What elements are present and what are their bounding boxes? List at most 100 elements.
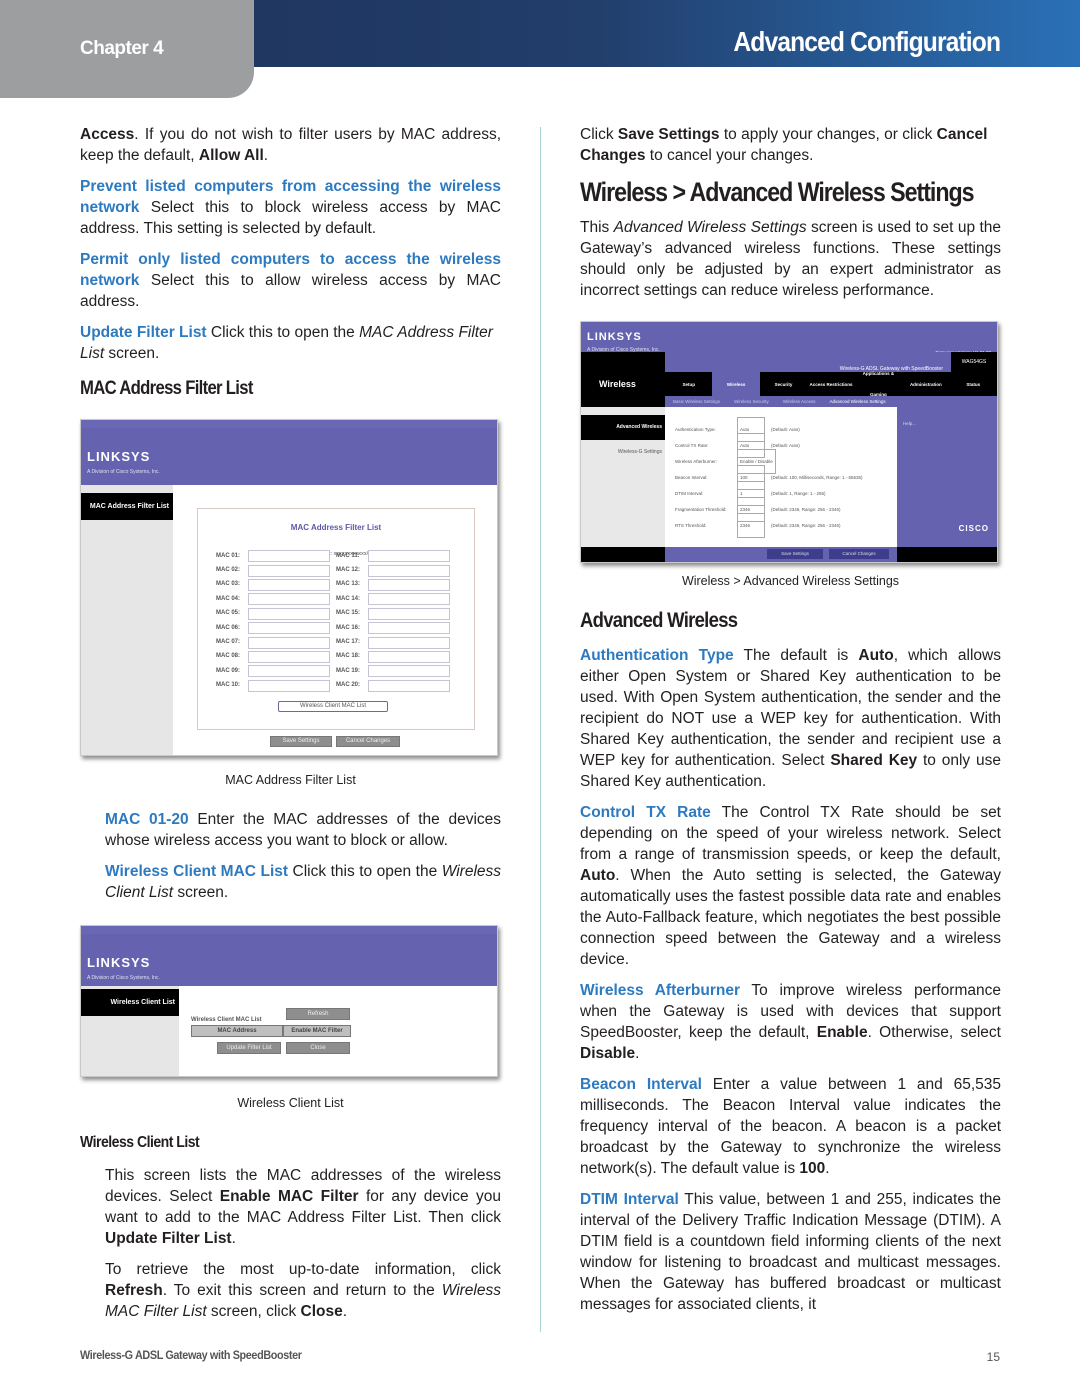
wireless-client-mac-list-button[interactable]: Wireless Client MAC List — [278, 701, 388, 712]
heading-advanced-wireless-settings: Wireless > Advanced Wireless Settings — [580, 177, 975, 207]
wireless-client-list-screenshot: LINKSYS A Division of Cisco Systems, Inc… — [80, 925, 498, 1077]
close-button[interactable]: Close — [286, 1042, 350, 1054]
product-bar: Wireless-G ADSL Gateway with SpeedBooste… — [665, 352, 997, 372]
linksys-header: LINKSYS A Division of Cisco Systems, Inc… — [81, 420, 497, 485]
aws-bottom: Save Settings Cancel Changes — [581, 547, 997, 562]
paragraph-control-tx: Control TX Rate The Control TX Rate shou… — [580, 804, 1001, 968]
paragraph-save: Click Save Settings to apply your change… — [580, 126, 988, 164]
form-label: RTS Threshold: — [675, 523, 707, 528]
mac-input[interactable] — [368, 593, 450, 606]
linksys-logo-sub: A Division of Cisco Systems, Inc. — [87, 469, 160, 475]
advanced-wireless-screenshot: LINKSYS A Division of Cisco Systems, Inc… — [580, 321, 998, 563]
mac-input[interactable] — [248, 564, 330, 577]
column-divider — [540, 127, 541, 1332]
mac-input[interactable] — [368, 550, 450, 563]
subtab[interactable]: Advanced Wireless Settings — [830, 399, 886, 404]
mac-input[interactable] — [248, 679, 330, 692]
term-update-filter: Update Filter List — [80, 324, 207, 341]
paragraph-intro: This Advanced Wireless Settings screen i… — [580, 219, 1002, 299]
subtab[interactable]: Wireless Access — [783, 399, 816, 404]
refresh-button[interactable]: Refresh — [286, 1008, 350, 1020]
mac-input[interactable] — [248, 607, 330, 620]
mac-input[interactable] — [368, 607, 450, 620]
mac-label: MAC 20: — [336, 682, 361, 689]
tab-setup[interactable]: Setup — [665, 372, 712, 396]
mac-label: MAC 10: — [216, 682, 241, 689]
side-title-3: Advanced Wireless — [581, 415, 665, 440]
aws-top: LINKSYS A Division of Cisco Systems, Inc… — [581, 322, 997, 355]
footer-page-number: 15 — [986, 1350, 1000, 1364]
tab-wireless[interactable]: Wireless — [712, 372, 760, 396]
tab-access-restrictions[interactable]: Access Restrictions — [807, 372, 854, 396]
left-column: Access. If you do not wish to filter use… — [80, 124, 501, 1332]
mac-filter-box: MAC Address Filter List Enter MAC Addres… — [197, 508, 475, 730]
mac-input[interactable] — [248, 665, 330, 678]
heading-wireless-client-list: Wireless Client List — [80, 1134, 200, 1151]
aws-cancel-button[interactable]: Cancel Changes — [829, 549, 889, 559]
subtab[interactable]: Wireless Security — [734, 399, 769, 404]
mac-grid: MAC 01: MAC 11: MAC 02: MAC 12: MAC 03: MAC 1… — [216, 549, 456, 693]
form-note: (Default: 2346, Range: 256 - 2346) — [771, 523, 841, 528]
tab-administration[interactable]: Administration — [902, 372, 949, 396]
side-title-2: Wireless Client List — [81, 989, 179, 1016]
aws-section-bar: Wireless — [581, 352, 665, 407]
mac-input[interactable] — [368, 665, 450, 678]
mac-row: MAC 10: MAC 20: — [216, 679, 456, 693]
mac-input[interactable] — [368, 636, 450, 649]
paragraph-authentication: Authentication Type The default is Auto,… — [580, 647, 1001, 790]
linksys-header-2: LINKSYS A Division of Cisco Systems, Inc… — [81, 926, 497, 986]
paragraph-permit: Permit only listed computers to access t… — [80, 251, 501, 310]
chapter-label: Chapter 4 — [80, 38, 164, 59]
form-value[interactable]: 2346 — [737, 513, 765, 538]
paragraph-afterburner: Wireless Afterburner To improve wireless… — [580, 982, 1001, 1062]
aws-save-button[interactable]: Save Settings — [767, 549, 823, 559]
cancel-changes-button[interactable]: Cancel Changes — [336, 736, 400, 747]
footer-product: Wireless-G ADSL Gateway with SpeedBooste… — [80, 1348, 302, 1362]
tab-security[interactable]: Security — [760, 372, 807, 396]
paragraph-prevent: Prevent listed computers from accessing … — [80, 178, 501, 237]
subtab[interactable]: Basic Wireless Settings — [673, 399, 720, 404]
mac-input[interactable] — [248, 550, 330, 563]
mac-input[interactable] — [368, 679, 450, 692]
mac-input[interactable] — [248, 650, 330, 663]
aws-form: Authentication Type: Auto (Default: Auto) C… — [665, 407, 897, 547]
mac-input[interactable] — [248, 578, 330, 591]
model-name: WAG54GS — [951, 352, 997, 372]
mac-input[interactable] — [368, 564, 450, 577]
side-panel: MAC Address Filter List — [81, 485, 173, 755]
paragraph-access: Access. If you do not wish to filter use… — [80, 126, 501, 164]
chapter-tab: Chapter 4 — [0, 0, 254, 98]
mac-input[interactable] — [248, 593, 330, 606]
heading-mac-filter-list: MAC Address Filter List — [80, 378, 253, 399]
side-sub: Wireless-G Settings — [617, 449, 662, 455]
tab-applications-gaming[interactable]: Applications & Gaming — [855, 371, 902, 397]
paragraph-wireless-client-mac-list: Wireless Client MAC List Click this to o… — [105, 863, 502, 901]
main-tabs: Setup Wireless Security Access Restrictions… — [665, 371, 997, 397]
mac-input[interactable] — [248, 622, 330, 635]
mac-input[interactable] — [368, 650, 450, 663]
right-column: Click Save Settings to apply your change… — [580, 124, 1001, 1325]
paragraph-beacon: Beacon Interval Enter a value between 1 … — [580, 1076, 1002, 1177]
update-filter-list-button[interactable]: Update Filter List — [217, 1042, 281, 1054]
paragraph-wcl-2: To retrieve the most up-to-date informat… — [105, 1261, 501, 1320]
col-enable-mac-filter: Enable MAC Filter — [283, 1025, 351, 1037]
mac-input[interactable] — [248, 636, 330, 649]
mac-box-title: MAC Address Filter List — [290, 523, 382, 532]
help-panel: Help... CISCO — [897, 407, 997, 547]
col-mac-address: MAC Address — [191, 1025, 283, 1037]
side-panel-2: Wireless Client List — [81, 986, 179, 1076]
mac-input[interactable] — [368, 578, 450, 591]
side-title: MAC Address Filter List — [81, 493, 173, 520]
help-link[interactable]: Help... — [897, 407, 997, 440]
paragraph-update-filter: Update Filter List Click this to open th… — [80, 324, 493, 362]
paragraph-wcl-1: This screen lists the MAC addresses of t… — [105, 1167, 501, 1247]
paragraph-dtim: DTIM Interval This value, between 1 and … — [580, 1191, 1001, 1313]
caption-mac-filter: MAC Address Filter List — [225, 773, 356, 787]
mac-input[interactable] — [368, 622, 450, 635]
paragraph-mac-01-20: MAC 01-20 Enter the MAC addresses of the… — [105, 811, 502, 849]
tab-status[interactable]: Status — [950, 372, 997, 396]
section-title: Wireless — [599, 379, 636, 389]
aws-side: Advanced Wireless Wireless-G Settings — [581, 407, 665, 547]
caption-wireless-client-list: Wireless Client List — [237, 1096, 344, 1110]
save-settings-button[interactable]: Save Settings — [270, 736, 332, 747]
